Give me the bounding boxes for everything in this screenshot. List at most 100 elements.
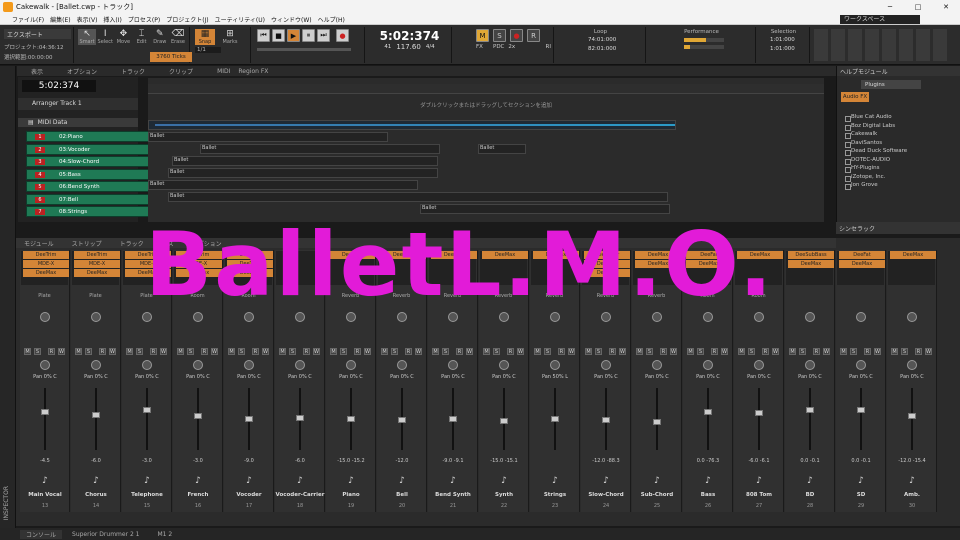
send-level-knob[interactable] bbox=[754, 312, 764, 322]
send-level-knob[interactable] bbox=[91, 312, 101, 322]
solo-button[interactable]: S bbox=[493, 348, 500, 355]
minimize-button[interactable]: ─ bbox=[876, 3, 904, 11]
tv-menu-view[interactable]: 表示 bbox=[31, 67, 43, 76]
pan-label[interactable]: Pan 0% C bbox=[224, 374, 274, 380]
strip-name[interactable]: Main Vocal bbox=[20, 492, 70, 498]
input-knob[interactable] bbox=[397, 360, 407, 370]
input-knob[interactable] bbox=[91, 360, 101, 370]
list-item[interactable]: HY-Plugins bbox=[837, 165, 960, 174]
screenset-tab-5[interactable] bbox=[882, 29, 896, 61]
strip-name[interactable]: Vocoder-Carrier bbox=[275, 492, 325, 498]
x2-button[interactable]: 2x bbox=[508, 44, 515, 50]
strip-name[interactable]: Chorus bbox=[71, 492, 121, 498]
menu-view[interactable]: 表示(V) bbox=[77, 15, 98, 24]
list-item[interactable]: Jon Grove bbox=[837, 182, 960, 191]
read-button[interactable]: R bbox=[456, 348, 463, 355]
solo-button[interactable]: S bbox=[595, 348, 602, 355]
play-button[interactable]: ▶ bbox=[287, 29, 300, 42]
volume-fader[interactable] bbox=[194, 413, 202, 419]
read-button[interactable]: R bbox=[48, 348, 55, 355]
solo-button[interactable]: S bbox=[340, 348, 347, 355]
workspace-select[interactable]: ワークスペース bbox=[840, 14, 920, 24]
channel-strip[interactable]: DeeMax Reverb M S R W Pan 0% C -9.0 -9.1 ♪ Bend S… bbox=[428, 250, 478, 512]
fx-bin[interactable]: DeeFat DeeMax bbox=[837, 251, 885, 285]
midi-folder[interactable]: ▤ MIDI Data bbox=[18, 118, 138, 127]
pan-label[interactable]: Pan 0% C bbox=[173, 374, 223, 380]
read-button[interactable]: R bbox=[507, 348, 514, 355]
console-menu-bus[interactable]: バス bbox=[162, 239, 174, 248]
volume-fader[interactable] bbox=[653, 419, 661, 425]
fx-slot[interactable]: DeeMax bbox=[125, 269, 171, 277]
fx-bin[interactable]: DeeMax bbox=[531, 251, 579, 285]
pan-label[interactable]: Pan 0% C bbox=[122, 374, 172, 380]
read-button[interactable]: R bbox=[354, 348, 361, 355]
write-button[interactable]: W bbox=[670, 348, 677, 355]
strip-name[interactable]: Vocoder bbox=[224, 492, 274, 498]
track-row[interactable]: 2 03:Vocoder bbox=[26, 144, 152, 155]
volume-fader[interactable] bbox=[245, 416, 253, 422]
pan-label[interactable]: Pan 0% C bbox=[581, 374, 631, 380]
fx-slot[interactable]: DeeMax bbox=[23, 269, 69, 277]
solo-button[interactable]: S bbox=[901, 348, 908, 355]
input-knob[interactable] bbox=[652, 360, 662, 370]
clip[interactable]: Ballet bbox=[168, 192, 668, 202]
loop-end[interactable]: 82:01:000 bbox=[588, 46, 643, 52]
read-button[interactable]: R bbox=[150, 348, 157, 355]
fx-slot[interactable]: DeeMax bbox=[533, 251, 579, 259]
fx-bin[interactable]: DeeWider DeeMax DeeMax bbox=[582, 251, 630, 285]
strip-name[interactable]: Slow-Chord bbox=[581, 492, 631, 498]
fx-slot[interactable]: MDE-X bbox=[176, 260, 222, 268]
snap-button[interactable]: ▦ Snap bbox=[195, 29, 215, 45]
solo-button[interactable]: S bbox=[850, 348, 857, 355]
list-item[interactable]: DOTEC-AUDIO bbox=[837, 157, 960, 166]
channel-strip[interactable]: DeeTrim MDE-X DeeMax Plate M S R W Pan 0% C -6.0 ♪… bbox=[71, 250, 121, 512]
fx-bin[interactable] bbox=[276, 251, 323, 285]
list-item[interactable]: Boz Digital Labs bbox=[837, 123, 960, 132]
solo-button[interactable]: S bbox=[289, 348, 296, 355]
send-level-knob[interactable] bbox=[193, 312, 203, 322]
strip-name[interactable]: Amb. bbox=[887, 492, 937, 498]
solo-button[interactable]: S bbox=[238, 348, 245, 355]
tab-m1[interactable]: M1 2 bbox=[158, 531, 173, 538]
marks-button[interactable]: ⊞ Marks bbox=[219, 29, 241, 45]
volume-fader[interactable] bbox=[602, 417, 610, 423]
strip-name[interactable]: Bend Synth bbox=[428, 492, 478, 498]
clip[interactable]: Ballet bbox=[478, 144, 526, 154]
tv-menu-regionfx[interactable]: Region FX bbox=[238, 68, 268, 75]
mute-button[interactable]: M bbox=[381, 348, 388, 355]
mute-button[interactable]: M bbox=[279, 348, 286, 355]
send-level-knob[interactable] bbox=[448, 312, 458, 322]
volume-fader[interactable] bbox=[857, 407, 865, 413]
write-button[interactable]: W bbox=[466, 348, 473, 355]
write-button[interactable]: W bbox=[415, 348, 422, 355]
input-knob[interactable] bbox=[907, 360, 917, 370]
strip-name[interactable]: Bell bbox=[377, 492, 427, 498]
read-button[interactable]: R bbox=[864, 348, 871, 355]
strip-name[interactable]: Piano bbox=[326, 492, 376, 498]
fx-slot[interactable]: MDE-X bbox=[23, 260, 69, 268]
move-tool[interactable]: ✥ Move bbox=[114, 29, 132, 45]
mute-button[interactable]: M bbox=[840, 348, 847, 355]
read-button[interactable]: R bbox=[405, 348, 412, 355]
solo-button[interactable]: S bbox=[85, 348, 92, 355]
read-button[interactable]: R bbox=[915, 348, 922, 355]
mute-button[interactable]: M bbox=[228, 348, 235, 355]
write-button[interactable]: W bbox=[568, 348, 575, 355]
list-item[interactable]: Dead Duck Software bbox=[837, 148, 960, 157]
synth-rack-header[interactable]: シンセラック bbox=[836, 222, 960, 234]
channel-strip[interactable]: DeeTrim MDE-X DeeMax Room M S R W Pan 0% C -3.0 ♪ F… bbox=[173, 250, 223, 512]
channel-strip[interactable]: DeeTrim DeeTrim DeeMax Room M S R W Pan 0% C -9.0… bbox=[224, 250, 274, 512]
fx-slot[interactable]: DeeMax bbox=[482, 251, 528, 259]
volume-fader[interactable] bbox=[806, 407, 814, 413]
tv-menu-track[interactable]: トラック bbox=[121, 67, 145, 76]
write-button[interactable]: W bbox=[109, 348, 116, 355]
draw-tool[interactable]: ✎ Draw bbox=[151, 29, 169, 45]
fx-slot[interactable]: MDE-X bbox=[125, 260, 171, 268]
fx-bin[interactable]: DeeMax bbox=[429, 251, 477, 285]
input-knob[interactable] bbox=[550, 360, 560, 370]
strip-name[interactable]: Telephone bbox=[122, 492, 172, 498]
tab-console[interactable]: コンソール bbox=[20, 529, 63, 539]
pan-label[interactable]: Pan 0% C bbox=[377, 374, 427, 380]
input-knob[interactable] bbox=[295, 360, 305, 370]
send-level-knob[interactable] bbox=[856, 312, 866, 322]
